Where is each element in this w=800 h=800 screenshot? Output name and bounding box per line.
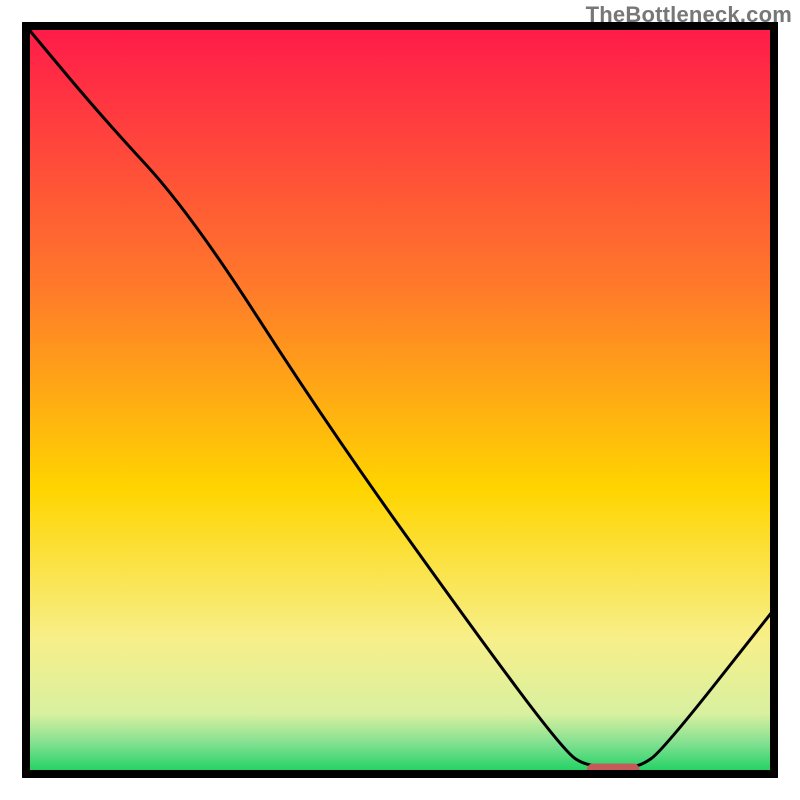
- gradient-background: [26, 26, 774, 774]
- bottleneck-plot: [22, 22, 778, 778]
- watermark-text: TheBottleneck.com: [586, 2, 792, 28]
- chart-container: TheBottleneck.com: [0, 0, 800, 800]
